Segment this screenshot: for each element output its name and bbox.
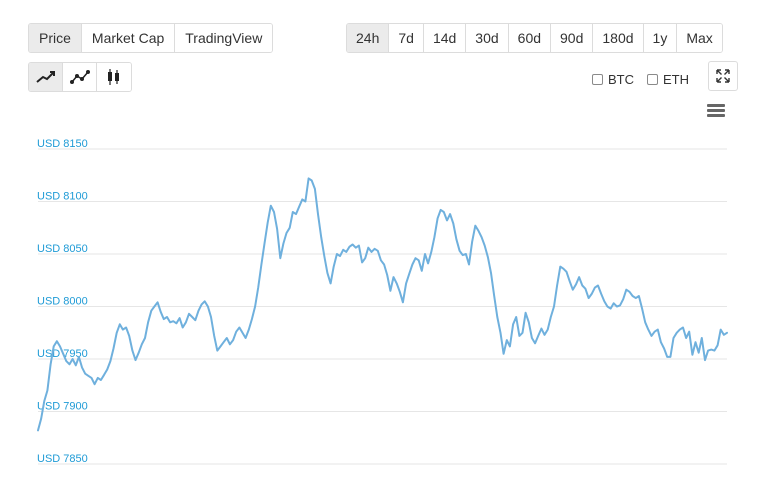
marker-line-chart-icon bbox=[69, 70, 90, 84]
candlestick-chart-icon bbox=[108, 69, 119, 85]
range-1y[interactable]: 1y bbox=[643, 24, 678, 52]
y-tick-label: USD 8150 bbox=[37, 138, 88, 150]
price-series-line bbox=[37, 177, 728, 432]
range-max[interactable]: Max bbox=[677, 24, 722, 52]
price-chart: USD 7850USD 7900USD 7950USD 8000USD 8050… bbox=[37, 138, 728, 465]
range-24h[interactable]: 24h bbox=[347, 24, 390, 52]
y-tick-label: USD 8000 bbox=[37, 296, 88, 308]
marker-line-chart-button[interactable] bbox=[63, 63, 97, 91]
tab-price[interactable]: Price bbox=[29, 24, 82, 52]
range-90d[interactable]: 90d bbox=[551, 24, 594, 52]
range-14d[interactable]: 14d bbox=[423, 24, 467, 52]
y-tick-label: USD 7850 bbox=[37, 453, 88, 465]
range-tabs: 24h 7d 14d 30d 60d 90d 180d 1y Max bbox=[346, 23, 723, 53]
eth-label: ETH bbox=[663, 72, 689, 87]
range-180d[interactable]: 180d bbox=[593, 24, 644, 52]
eth-checkbox-box[interactable] bbox=[647, 74, 658, 85]
btc-checkbox-box[interactable] bbox=[592, 74, 603, 85]
range-60d[interactable]: 60d bbox=[508, 24, 552, 52]
tab-tradingview[interactable]: TradingView bbox=[175, 24, 273, 52]
y-tick-label: USD 8050 bbox=[37, 243, 88, 255]
range-30d[interactable]: 30d bbox=[466, 24, 509, 52]
expand-icon bbox=[716, 69, 730, 83]
line-chart-icon bbox=[35, 71, 55, 83]
chart-menu-icon[interactable] bbox=[707, 104, 725, 118]
candlestick-chart-button[interactable] bbox=[97, 63, 131, 91]
fullscreen-button[interactable] bbox=[708, 61, 738, 91]
range-7d[interactable]: 7d bbox=[389, 24, 424, 52]
chart-type-toggle bbox=[28, 62, 132, 92]
line-chart-button[interactable] bbox=[29, 63, 63, 91]
y-tick-label: USD 8100 bbox=[37, 191, 88, 203]
btc-label: BTC bbox=[608, 72, 634, 87]
compare-eth-checkbox[interactable]: ETH bbox=[647, 72, 689, 87]
view-tabs: Price Market Cap TradingView bbox=[28, 23, 274, 53]
tab-market-cap[interactable]: Market Cap bbox=[81, 24, 176, 52]
compare-btc-checkbox[interactable]: BTC bbox=[592, 72, 634, 87]
